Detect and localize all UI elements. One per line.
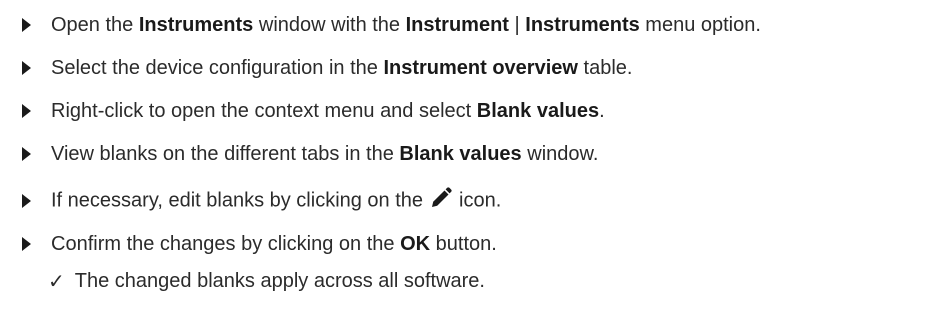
step-6: Confirm the changes by clicking on the O… [20, 227, 497, 261]
step-bullet-icon [22, 61, 31, 75]
step-4: View blanks on the different tabs in the… [20, 137, 598, 171]
step-1-text: Open the Instruments window with the Ins… [51, 13, 761, 36]
check-icon: ✓ [48, 270, 65, 293]
step-5: If necessary, edit blanks by clicking on… [20, 184, 501, 218]
step-bullet-icon [22, 147, 31, 161]
step-3: Right-click to open the context menu and… [20, 94, 605, 128]
step-bullet-icon [22, 237, 31, 251]
step-bullet-icon [22, 194, 31, 208]
step-bullet-icon [22, 104, 31, 118]
step-1: Open the Instruments window with the Ins… [20, 8, 761, 42]
result-line: ✓ The changed blanks apply across all so… [48, 264, 485, 298]
step-5-text: If necessary, edit blanks by clicking on… [51, 186, 501, 216]
step-3-text: Right-click to open the context menu and… [51, 99, 605, 122]
pencil-icon [429, 186, 453, 216]
step-6-text: Confirm the changes by clicking on the O… [51, 232, 497, 255]
result-text: The changed blanks apply across all soft… [74, 269, 485, 292]
step-4-text: View blanks on the different tabs in the… [51, 142, 599, 165]
step-bullet-icon [22, 18, 31, 32]
step-2-text: Select the device configuration in the I… [51, 56, 633, 79]
step-2: Select the device configuration in the I… [20, 51, 632, 85]
